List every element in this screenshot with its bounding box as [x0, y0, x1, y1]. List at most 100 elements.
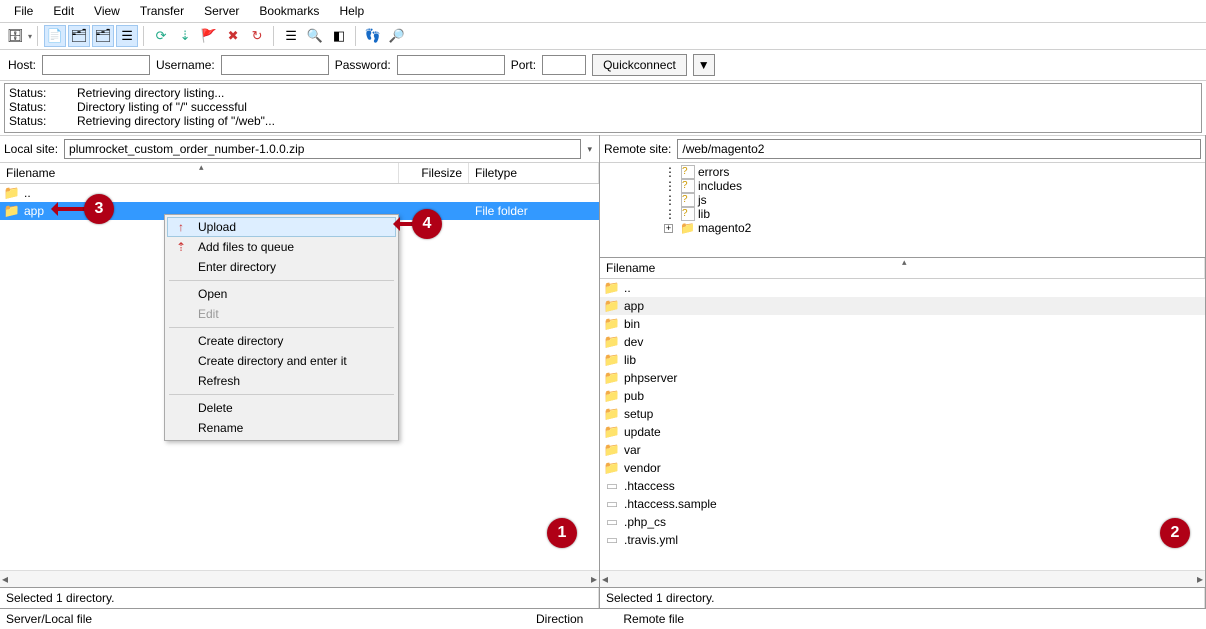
- folder-icon: 📁: [4, 203, 20, 219]
- local-site-label: Local site:: [4, 142, 58, 156]
- site-manager-icon[interactable]: 🗄: [4, 25, 26, 47]
- remote-file-list[interactable]: 📁..📁app📁bin📁dev📁lib📁phpserver📁pub📁setup📁…: [600, 279, 1205, 570]
- col-filetype[interactable]: Filetype: [469, 163, 599, 183]
- menu-item-rename[interactable]: Rename: [167, 418, 396, 438]
- list-item[interactable]: ▭.htaccess: [600, 477, 1205, 495]
- menu-item-refresh[interactable]: Refresh: [167, 371, 396, 391]
- menu-item-add-files-to-queue[interactable]: ⇡Add files to queue: [167, 237, 396, 257]
- file-name: update: [624, 425, 1201, 439]
- col-remote-file[interactable]: Remote file: [623, 612, 684, 626]
- quickconnect-button[interactable]: Quickconnect: [592, 54, 687, 76]
- local-status: Selected 1 directory.: [0, 588, 599, 608]
- list-item[interactable]: ▭.htaccess.sample: [600, 495, 1205, 513]
- filter-icon[interactable]: ☰: [280, 25, 302, 47]
- menu-server[interactable]: Server: [196, 2, 247, 20]
- menu-item-delete[interactable]: Delete: [167, 398, 396, 418]
- find-icon[interactable]: 🔎: [386, 25, 408, 47]
- list-item[interactable]: 📁..: [600, 279, 1205, 297]
- tree-label: lib: [698, 207, 710, 221]
- toggle-local-tree-icon[interactable]: 🗂: [68, 25, 90, 47]
- file-name: app: [624, 299, 1201, 313]
- list-item[interactable]: 📁app: [600, 297, 1205, 315]
- reconnect-icon[interactable]: ↻: [246, 25, 268, 47]
- log-message: Retrieving directory listing of "/web"..…: [77, 114, 275, 128]
- file-name: .travis.yml: [624, 533, 1201, 547]
- quickconnect-history-dropdown[interactable]: ▼: [693, 54, 715, 76]
- list-item[interactable]: 📁var: [600, 441, 1205, 459]
- transfer-queue-header: Server/Local file Direction Remote file: [0, 608, 1206, 629]
- password-input[interactable]: [397, 55, 505, 75]
- tree-item[interactable]: +📁magento2: [600, 221, 1205, 235]
- list-item[interactable]: 📁bin: [600, 315, 1205, 333]
- file-name: ..: [24, 186, 397, 200]
- message-log: Status:Retrieving directory listing... S…: [4, 83, 1202, 133]
- remote-path-input[interactable]: [677, 139, 1201, 159]
- list-item[interactable]: 📁lib: [600, 351, 1205, 369]
- col-filename[interactable]: Filename▴: [0, 163, 399, 183]
- folder-icon: 📁: [4, 185, 20, 201]
- list-item[interactable]: 📁 update: [600, 423, 1205, 441]
- file-name: var: [624, 443, 1201, 457]
- expand-icon[interactable]: +: [664, 224, 673, 233]
- local-path-input[interactable]: [64, 139, 581, 159]
- cancel-icon[interactable]: 🚩: [198, 25, 220, 47]
- folder-icon: 📁: [604, 406, 620, 422]
- search-icon[interactable]: 🔍: [304, 25, 326, 47]
- tree-item[interactable]: ⋮?lib: [600, 207, 1205, 221]
- file-name: vendor: [624, 461, 1201, 475]
- tree-item[interactable]: ⋮?errors: [600, 165, 1205, 179]
- annotation-arrow-3: [53, 207, 86, 211]
- toggle-remote-tree-icon[interactable]: 🗂: [92, 25, 114, 47]
- menu-item-upload[interactable]: ↑Upload: [167, 217, 396, 237]
- tree-item[interactable]: ⋮?js: [600, 193, 1205, 207]
- compare-icon[interactable]: ◧: [328, 25, 350, 47]
- file-icon: ▭: [604, 478, 620, 494]
- tree-item[interactable]: ⋮?includes: [600, 179, 1205, 193]
- menu-view[interactable]: View: [86, 2, 128, 20]
- col-filename[interactable]: Filename▴: [600, 258, 1205, 278]
- list-item[interactable]: 📁pub: [600, 387, 1205, 405]
- menu-label: Upload: [198, 220, 236, 234]
- menu-item-create-directory[interactable]: Create directory: [167, 331, 396, 351]
- list-item[interactable]: ▭ .travis.yml: [600, 531, 1205, 549]
- list-item[interactable]: 📁setup: [600, 405, 1205, 423]
- menu-edit[interactable]: Edit: [45, 2, 82, 20]
- scrollbar-horizontal[interactable]: ◂▸: [0, 570, 599, 587]
- col-server-local-file[interactable]: Server/Local file: [6, 612, 496, 626]
- username-input[interactable]: [221, 55, 329, 75]
- folder-icon: 📁: [604, 424, 620, 440]
- sync-browse-icon[interactable]: 👣: [362, 25, 384, 47]
- add-queue-icon: ⇡: [172, 240, 190, 254]
- menu-bookmarks[interactable]: Bookmarks: [251, 2, 327, 20]
- list-item[interactable]: 📁phpserver: [600, 369, 1205, 387]
- toggle-queue-icon[interactable]: ☰: [116, 25, 138, 47]
- scrollbar-horizontal[interactable]: ◂▸: [600, 570, 1205, 587]
- unknown-icon: ?: [681, 193, 695, 207]
- host-input[interactable]: [42, 55, 150, 75]
- refresh-icon[interactable]: ⟳: [150, 25, 172, 47]
- port-input[interactable]: [542, 55, 586, 75]
- menu-item-open[interactable]: Open: [167, 284, 396, 304]
- menu-transfer[interactable]: Transfer: [132, 2, 192, 20]
- menu-label: Delete: [198, 401, 233, 415]
- process-queue-icon[interactable]: ⇣: [174, 25, 196, 47]
- menu-help[interactable]: Help: [331, 2, 372, 20]
- file-icon: ▭: [604, 532, 620, 548]
- menu-file[interactable]: File: [6, 2, 41, 20]
- dropdown-icon[interactable]: ▾: [587, 144, 595, 155]
- col-filesize[interactable]: Filesize: [399, 163, 469, 183]
- menu-item-create-directory-and-enter-it[interactable]: Create directory and enter it: [167, 351, 396, 371]
- list-item[interactable]: 📁dev: [600, 333, 1205, 351]
- menu-item-enter-directory[interactable]: Enter directory: [167, 257, 396, 277]
- col-direction[interactable]: Direction: [536, 612, 583, 626]
- file-type: File folder: [475, 204, 595, 218]
- log-message: Retrieving directory listing...: [77, 86, 224, 100]
- list-item[interactable]: ▭.php_cs: [600, 513, 1205, 531]
- remote-tree[interactable]: ⋮?errors⋮?includes⋮?js⋮?lib+📁magento2: [600, 163, 1205, 258]
- menu-label: Edit: [198, 307, 219, 321]
- disconnect-icon[interactable]: ✖: [222, 25, 244, 47]
- toggle-log-icon[interactable]: 📄: [44, 25, 66, 47]
- list-item[interactable]: 📁vendor: [600, 459, 1205, 477]
- folder-icon: 📁: [604, 388, 620, 404]
- file-name: .php_cs: [624, 515, 1201, 529]
